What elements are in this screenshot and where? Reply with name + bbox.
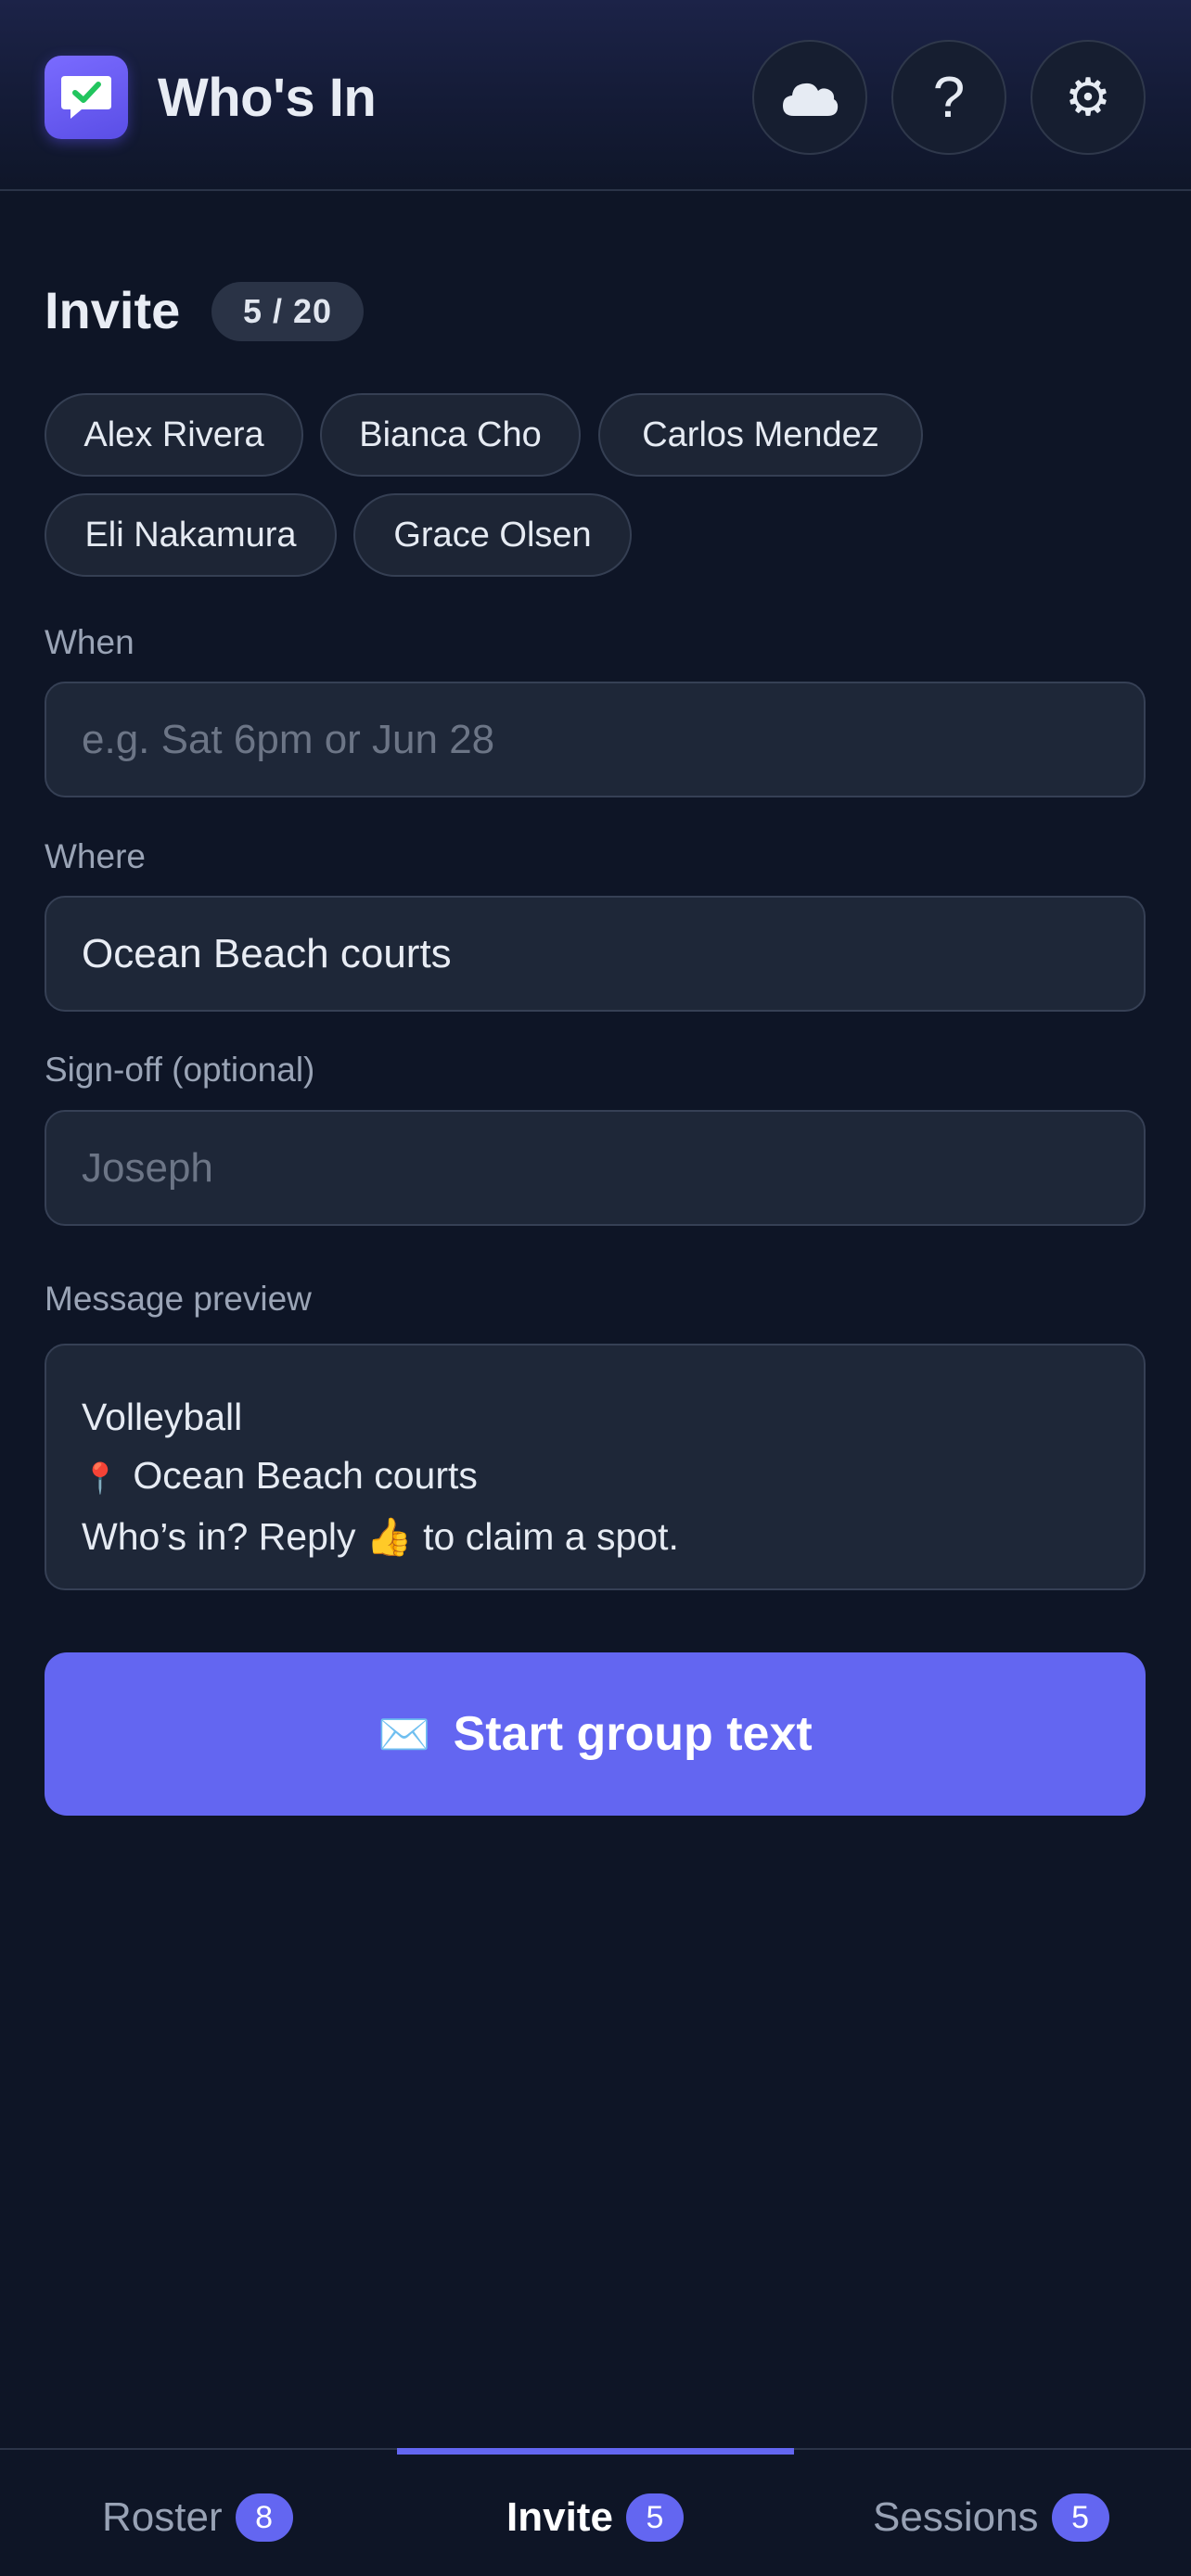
when-input[interactable] <box>82 716 1108 763</box>
preview-line-cta: Who’s in? Reply 👍 to claim a spot. <box>82 1508 1108 1567</box>
tab-sessions-label: Sessions <box>873 2494 1039 2540</box>
help-button[interactable]: ? <box>891 40 1006 155</box>
preview-claim-text: to claim a spot. <box>423 1515 679 1558</box>
preview-location-text: Ocean Beach courts <box>133 1454 478 1497</box>
where-label: Where <box>45 837 146 875</box>
tab-roster-badge: 8 <box>235 2493 293 2542</box>
tab-invite[interactable]: Invite 5 <box>506 2485 684 2550</box>
tab-sessions[interactable]: Sessions 5 <box>873 2485 1109 2550</box>
cloud-icon <box>783 83 839 116</box>
where-input[interactable] <box>82 930 1108 977</box>
when-field[interactable] <box>45 682 1146 797</box>
preview-line-activity: Volleyball <box>82 1396 243 1438</box>
chip-carlos-mendez[interactable]: Carlos Mendez <box>598 393 923 477</box>
message-preview: Volleyball 📍 Ocean Beach courts Who’s in… <box>45 1344 1146 1590</box>
chip-eli-nakamura[interactable]: Eli Nakamura <box>45 493 337 577</box>
chat-check-icon <box>61 76 111 119</box>
tab-roster[interactable]: Roster 8 <box>102 2485 293 2550</box>
app-header: Who's In ? ⚙ <box>0 0 1191 191</box>
gear-icon: ⚙ <box>1064 68 1112 126</box>
when-label: When <box>45 623 134 661</box>
chip-grace-olsen[interactable]: Grace Olsen <box>353 493 632 577</box>
preview-reply-text: Who’s in? Reply <box>82 1515 356 1558</box>
chip-bianca-cho[interactable]: Bianca Cho <box>320 393 581 477</box>
start-group-text-button[interactable]: ✉️ Start group text <box>45 1652 1146 1816</box>
tab-invite-badge: 5 <box>625 2493 684 2542</box>
where-field[interactable] <box>45 896 1146 1012</box>
tab-roster-label: Roster <box>102 2494 223 2540</box>
tab-invite-label: Invite <box>506 2494 613 2540</box>
chip-alex-rivera[interactable]: Alex Rivera <box>45 393 303 477</box>
section-title: Invite <box>45 281 181 339</box>
app-logo <box>45 56 128 139</box>
preview-label: Message preview <box>45 1280 312 1318</box>
active-tab-indicator <box>397 2448 794 2455</box>
cloud-sync-button[interactable] <box>752 40 867 155</box>
invite-count-badge: 5 / 20 <box>211 282 364 341</box>
settings-button[interactable]: ⚙ <box>1031 40 1146 155</box>
pin-icon: 📍 <box>82 1461 119 1495</box>
thumbs-up-icon: 👍 <box>365 1517 413 1558</box>
signoff-label: Sign-off (optional) <box>45 1051 315 1089</box>
signoff-field[interactable] <box>45 1110 1146 1226</box>
app-root: Who's In ? ⚙ Invite 5 / 20 Alex Rivera B… <box>0 0 1191 2576</box>
start-group-text-label: Start group text <box>453 1707 813 1761</box>
app-title: Who's In <box>158 68 377 128</box>
envelope-icon: ✉️ <box>378 1709 431 1758</box>
preview-line-location: 📍 Ocean Beach courts <box>82 1447 1108 1508</box>
signoff-input[interactable] <box>82 1144 1108 1192</box>
question-icon: ? <box>932 65 966 130</box>
tab-sessions-badge: 5 <box>1051 2493 1109 2542</box>
